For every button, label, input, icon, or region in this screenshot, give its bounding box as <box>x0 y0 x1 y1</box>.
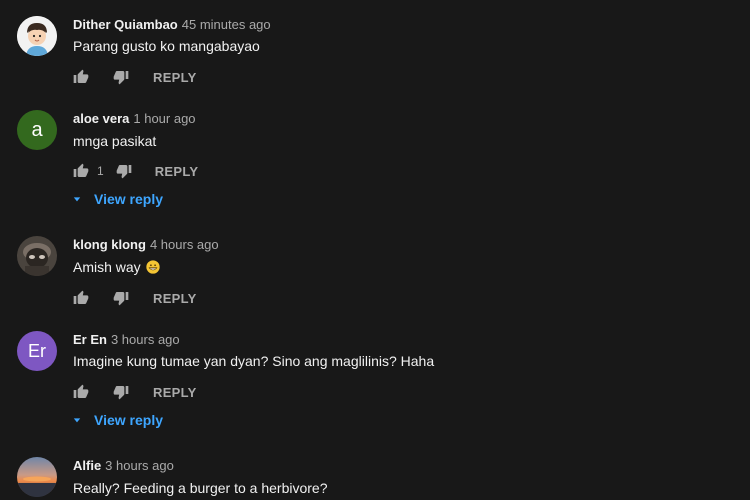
avatar[interactable]: a <box>17 110 57 150</box>
cartoon-boy-avatar-icon <box>17 16 57 56</box>
comment-author[interactable]: Er En <box>73 332 107 347</box>
reply-button[interactable]: REPLY <box>155 164 199 179</box>
like-button[interactable] <box>73 69 89 85</box>
avatar-letter: Er <box>28 340 46 361</box>
thumbs-up-icon <box>73 384 89 398</box>
comment-header: aloe vera 1 hour ago <box>73 111 196 126</box>
avatar[interactable] <box>17 16 57 56</box>
caret-down-icon <box>73 416 81 424</box>
reply-button[interactable]: REPLY <box>153 291 197 306</box>
comment-actions: REPLY <box>73 67 197 87</box>
comment-time[interactable]: 3 hours ago <box>111 332 180 347</box>
reply-button[interactable]: REPLY <box>153 70 197 85</box>
avatar[interactable] <box>17 457 57 497</box>
comment-text: Really? Feeding a burger to a herbivore? <box>73 480 328 496</box>
like-button[interactable] <box>73 290 89 306</box>
thumbs-up-icon <box>73 163 89 177</box>
dislike-button[interactable] <box>113 290 129 306</box>
comments-section: Dither Quiambao 45 minutes ago Parang gus… <box>0 0 750 500</box>
comment-author[interactable]: Dither Quiambao <box>73 17 178 32</box>
thumbs-down-icon <box>113 386 129 400</box>
like-count: 1 <box>97 164 104 178</box>
view-reply-label: View reply <box>94 412 164 428</box>
view-reply-button[interactable]: View reply <box>73 189 163 209</box>
comment-author[interactable]: Alfie <box>73 458 101 473</box>
like-button[interactable] <box>73 163 89 179</box>
thumbs-down-icon <box>116 165 132 179</box>
comment-time[interactable]: 3 hours ago <box>105 458 174 473</box>
thumbs-up-icon <box>73 69 89 83</box>
comment-text: Parang gusto ko mangabayao <box>73 38 260 54</box>
comment-text: mnga pasikat <box>73 133 157 149</box>
comment-text: Amish way <box>73 259 160 275</box>
comment-actions: REPLY <box>73 288 197 308</box>
comment-time[interactable]: 1 hour ago <box>133 111 195 126</box>
comment-header: Dither Quiambao 45 minutes ago <box>73 17 271 32</box>
view-reply-label: View reply <box>94 191 164 207</box>
comment-author[interactable]: aloe vera <box>73 111 129 126</box>
thumbs-down-icon <box>113 292 129 306</box>
sunset-photo-avatar-icon <box>17 457 57 497</box>
avatar-letter: a <box>31 118 43 141</box>
comment-text: Imagine kung tumae yan dyan? Sino ang ma… <box>73 353 435 369</box>
view-reply-button[interactable]: View reply <box>73 410 163 430</box>
comment-text-content: Amish way <box>73 259 141 275</box>
comment-header: klong klong 4 hours ago <box>73 237 219 252</box>
avatar[interactable]: Er <box>17 331 57 371</box>
thumbs-up-icon <box>73 290 89 304</box>
photo-avatar-icon <box>17 236 57 276</box>
comment-actions: REPLY <box>73 382 197 402</box>
comment-time[interactable]: 45 minutes ago <box>182 17 271 32</box>
caret-down-icon <box>73 195 81 203</box>
comment-time[interactable]: 4 hours ago <box>150 237 219 252</box>
like-button[interactable] <box>73 384 89 400</box>
reply-button[interactable]: REPLY <box>153 385 197 400</box>
comment-header: Alfie 3 hours ago <box>73 458 174 473</box>
dislike-button[interactable] <box>113 69 129 85</box>
comment-actions: 1 REPLY <box>73 161 198 181</box>
comment-header: Er En 3 hours ago <box>73 332 180 347</box>
avatar[interactable] <box>17 236 57 276</box>
thumbs-down-icon <box>113 71 129 85</box>
grinning-face-emoji-icon <box>145 260 160 274</box>
comment-author[interactable]: klong klong <box>73 237 146 252</box>
dislike-button[interactable] <box>116 163 132 179</box>
dislike-button[interactable] <box>113 384 129 400</box>
